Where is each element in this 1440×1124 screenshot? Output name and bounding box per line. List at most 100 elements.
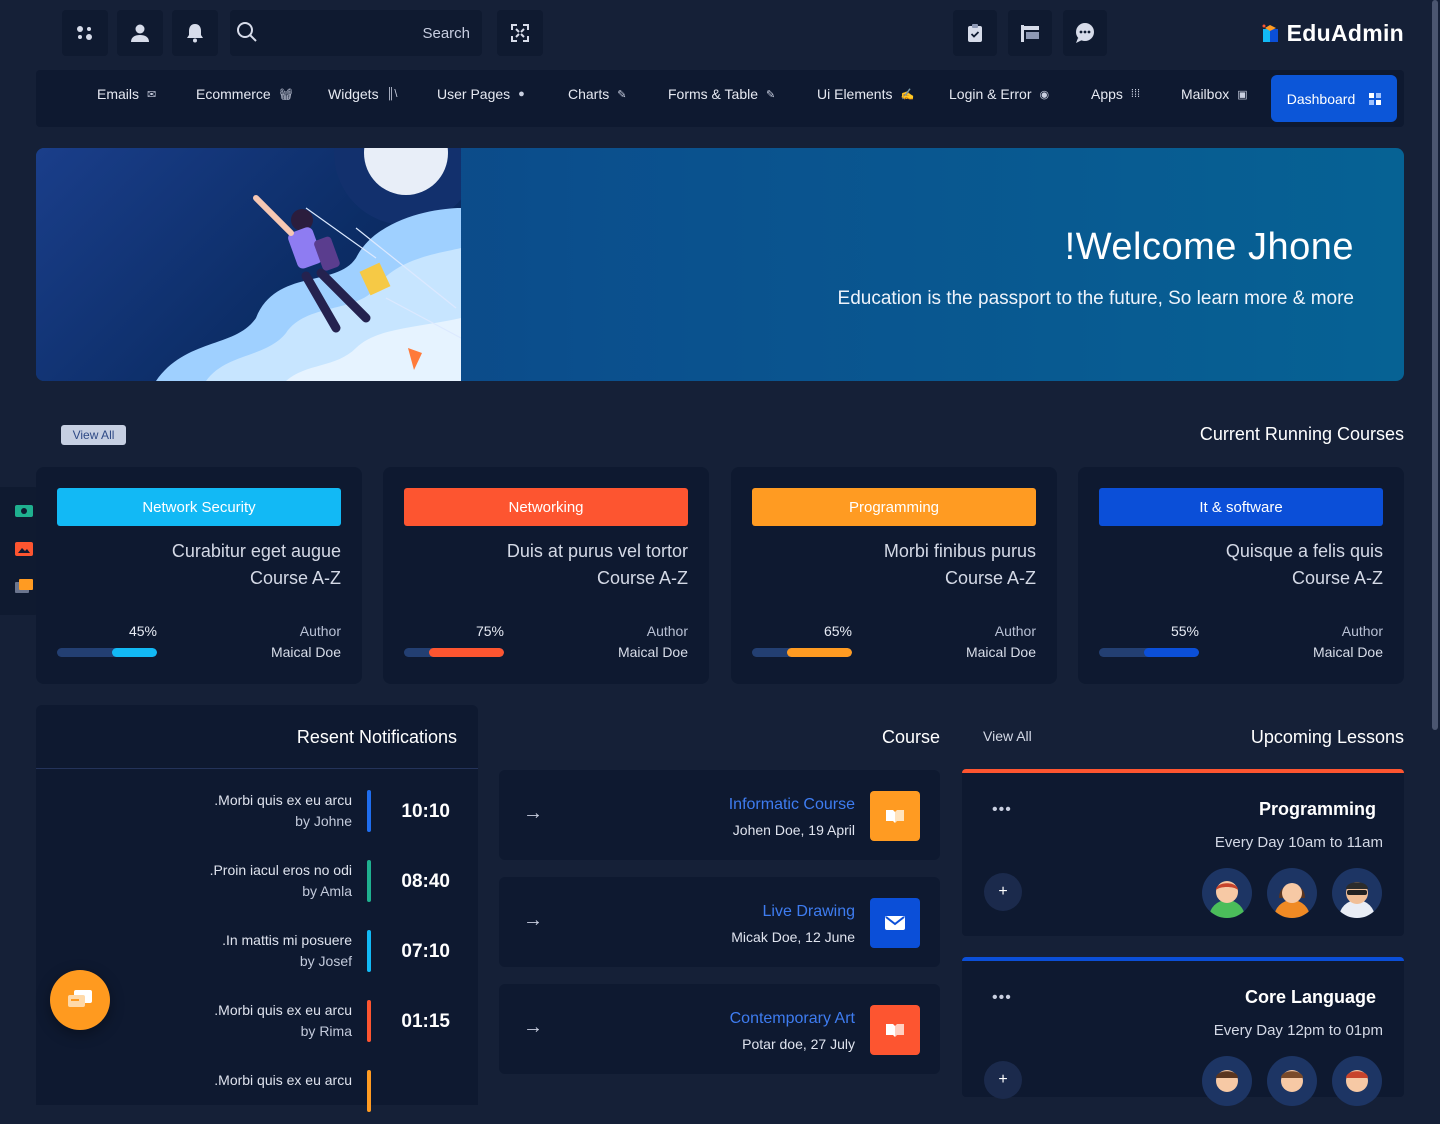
avatar[interactable] <box>1267 1056 1317 1106</box>
search-input[interactable]: Search <box>230 10 482 56</box>
welcome-title: !Welcome Jhone <box>1064 226 1354 268</box>
fullscreen-icon <box>511 24 529 42</box>
record-icon: ◉ <box>1039 88 1050 101</box>
menu-item-widgets[interactable]: Widgets ║\ <box>328 86 397 102</box>
lesson-title: Core Language <box>1244 987 1376 1007</box>
menu-item-label: Emails <box>97 86 140 102</box>
menu-item-mailbox[interactable]: Mailbox ▣ <box>1181 86 1248 102</box>
book-icon <box>870 791 920 841</box>
notification-time: 10:10 <box>401 801 450 822</box>
menu-item-label: Charts <box>568 86 610 102</box>
course-list-item[interactable]: → Informatic Course Johen Doe, 19 April <box>499 770 940 860</box>
logo[interactable]: EduAdmin <box>1261 20 1404 47</box>
course-list-item[interactable]: → Contemporary Art Potar doe, 27 July <box>499 984 940 1074</box>
lesson-card[interactable]: ••• Core Language Every Day 12pm to 01pm… <box>962 957 1404 1106</box>
lesson-card[interactable]: ••• Programming Every Day 10am to 11am + <box>962 769 1404 936</box>
author-name: Maical Doe <box>270 644 341 660</box>
avatar[interactable] <box>1332 868 1382 918</box>
avatar[interactable] <box>1202 1056 1252 1106</box>
author-label: Author <box>1341 623 1383 639</box>
envelope-icon: ✉ <box>147 88 157 101</box>
more-options-icon[interactable]: ••• <box>992 989 1012 1007</box>
notification-message: .Morbi quis ex eu arcu <box>214 792 352 808</box>
notification-item[interactable]: .In mattis mi posuere by Josef 07:10 <box>36 924 478 984</box>
author-label: Author <box>299 623 341 639</box>
menu-item-login-error[interactable]: Login & Error ◉ <box>949 86 1049 102</box>
notification-marker <box>367 1000 371 1042</box>
notification-author: by Amla <box>302 883 352 899</box>
course-list-item[interactable]: → Live Drawing Micak Doe, 12 June <box>499 877 940 967</box>
course-name[interactable]: Contemporary Art <box>730 1010 855 1028</box>
notification-item[interactable]: .Morbi quis ex eu arcu <box>36 1064 478 1124</box>
course-list-title: Course <box>882 727 941 747</box>
course-title: Quisque a felis quis <box>1225 541 1383 561</box>
notification-item[interactable]: .Morbi quis ex eu arcu by Johne 10:10 <box>36 784 478 844</box>
dashboard-icon <box>1369 92 1382 105</box>
image-icon[interactable] <box>15 542 33 556</box>
camera-icon[interactable] <box>15 505 33 517</box>
progress-percent: 45% <box>128 623 157 639</box>
fullscreen-button[interactable] <box>497 10 543 56</box>
progress-bar <box>1099 648 1199 657</box>
add-participant-button[interactable]: + <box>984 873 1022 911</box>
menu-item-label: Forms & Table <box>668 86 758 102</box>
folder-icon[interactable] <box>15 579 33 593</box>
course-subtitle: Course A-Z <box>944 568 1036 588</box>
menu-item-ecommerce[interactable]: Ecommerce 🧺︎ <box>196 86 293 102</box>
menu-item-dashboard[interactable]: Dashboard <box>1271 75 1397 122</box>
main-menu: Emails ✉ Ecommerce 🧺︎ Widgets ║\ User Pages… <box>36 70 1404 127</box>
add-participant-button[interactable]: + <box>984 1061 1022 1099</box>
menu-item-forms-table[interactable]: Forms & Table ✎ <box>668 86 775 102</box>
notification-marker <box>367 930 371 972</box>
profile-button[interactable] <box>117 10 163 56</box>
course-card[interactable]: Network Security Curabitur eget augue Co… <box>36 467 362 684</box>
arrow-right-icon[interactable]: → <box>523 802 543 825</box>
notification-time: 08:40 <box>401 871 450 892</box>
author-name: Maical Doe <box>617 644 688 660</box>
notification-item[interactable]: .Proin iacul eros no odi by Amla 08:40 <box>36 854 478 914</box>
side-dock <box>0 487 38 615</box>
arrow-right-icon[interactable]: → <box>523 909 543 932</box>
edit-icon: ✍ <box>900 88 915 101</box>
logo-text: EduAdmin <box>1286 20 1404 46</box>
notifications-header: Resent Notifications <box>36 705 478 769</box>
lessons-title: Upcoming Lessons <box>1250 727 1404 747</box>
avatar[interactable] <box>1202 868 1252 918</box>
lessons-view-all-button[interactable]: View All <box>983 728 1032 744</box>
apps-button[interactable] <box>62 10 108 56</box>
menu-item-ui-elements[interactable]: Ui Elements ✍ <box>817 86 914 102</box>
more-options-icon[interactable]: ••• <box>992 801 1012 819</box>
flag-icon <box>1021 25 1039 42</box>
avatar[interactable] <box>1332 1056 1382 1106</box>
notification-marker <box>367 1070 371 1112</box>
course-name[interactable]: Live Drawing <box>763 903 855 921</box>
tasks-button[interactable] <box>953 10 997 56</box>
course-tag: Network Security <box>57 488 341 526</box>
course-card[interactable]: Networking Duis at purus vel tortor Cour… <box>383 467 709 684</box>
menu-item-user-pages[interactable]: User Pages ● <box>437 86 525 102</box>
author-name: Maical Doe <box>1312 644 1383 660</box>
progress-fill <box>429 648 504 657</box>
menu-item-charts[interactable]: Charts ✎ <box>568 86 626 102</box>
chat-fab-button[interactable] <box>50 970 110 1030</box>
menu-item-label: Mailbox <box>1181 86 1230 102</box>
bell-icon <box>187 24 203 43</box>
progress-fill <box>112 648 157 657</box>
arrow-right-icon[interactable]: → <box>523 1016 543 1039</box>
lesson-title: Programming <box>1258 799 1376 819</box>
course-card[interactable]: It & software Quisque a felis quis Cours… <box>1078 467 1404 684</box>
toggle-icon <box>77 26 92 40</box>
messages-panel-button[interactable] <box>1008 10 1052 56</box>
progress-bar <box>57 648 157 657</box>
courses-view-all-button[interactable]: View All <box>61 425 126 445</box>
course-name[interactable]: Informatic Course <box>729 796 855 814</box>
menu-item-emails[interactable]: Emails ✉ <box>97 86 156 102</box>
notifications-button[interactable] <box>172 10 218 56</box>
course-card[interactable]: Programming Morbi finibus purus Course A… <box>731 467 1057 684</box>
pin-icon: ✎ <box>766 88 776 101</box>
avatar[interactable] <box>1267 868 1317 918</box>
menu-item-apps[interactable]: Apps ⁞⁞⁞ <box>1091 86 1140 102</box>
chat-button[interactable] <box>1063 10 1107 56</box>
search-icon <box>237 22 257 42</box>
page-scrollbar[interactable] <box>1432 0 1438 730</box>
